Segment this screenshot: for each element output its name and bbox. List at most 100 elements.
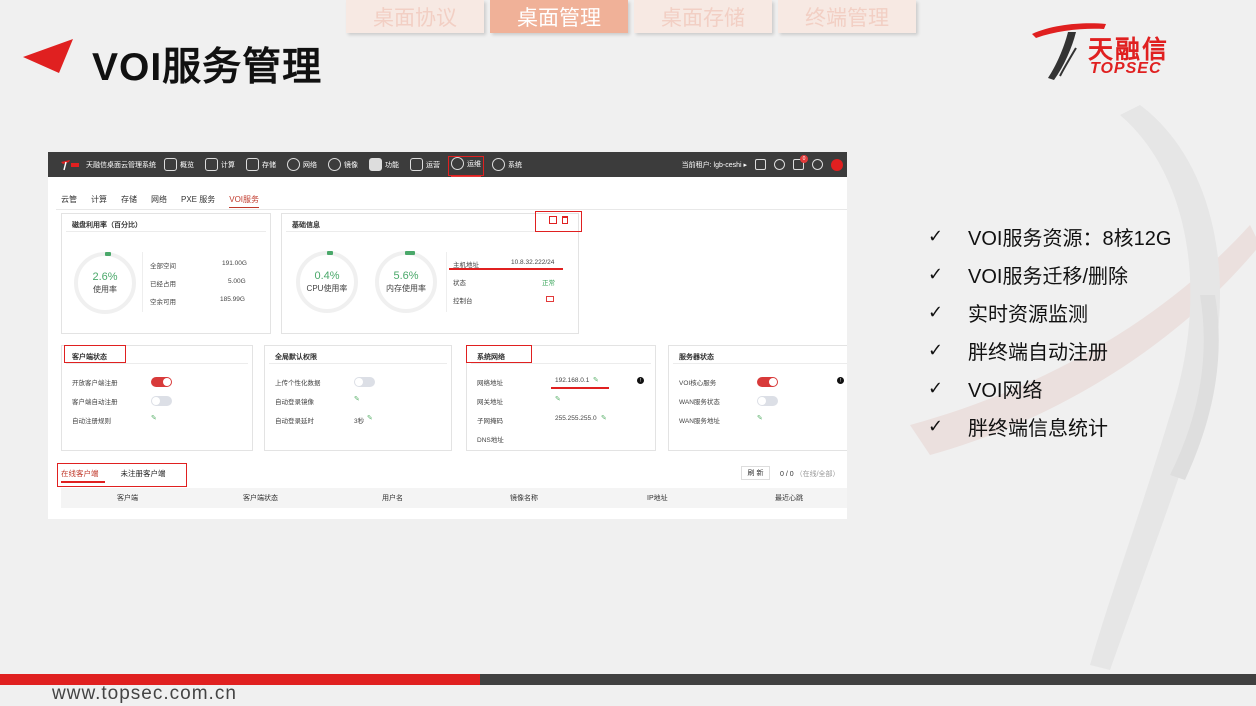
host-address-value: 10.8.32.222/24 (511, 259, 555, 266)
server-status-card: 服务器状态 VOI核心服务 ! WAN服务状态 WAN服务地址 ✎ (668, 345, 847, 451)
tenant-value[interactable]: lgb-ceshi (714, 162, 742, 169)
list-item-label: VOI服务资源：8核12G (968, 227, 1172, 250)
refresh-icon[interactable] (812, 159, 823, 170)
app-logo-icon (61, 159, 79, 170)
subtab-storage[interactable]: 存储 (121, 194, 137, 208)
nav-label: 网络 (303, 161, 317, 169)
screen-icon[interactable] (755, 159, 766, 170)
global-permission-card: 全局默认权限 上传个性化数据 自动登录镜像 ✎ 自动登录延时 3秒 ✎ (264, 345, 452, 451)
nav-maintenance[interactable]: 运维 (448, 152, 484, 177)
card-divider (66, 363, 248, 364)
chart-icon (410, 158, 423, 171)
disk-used-label: 已经占用 (150, 281, 176, 288)
card-divider-v (142, 252, 143, 312)
upload-data-label: 上传个性化数据 (275, 380, 321, 387)
column-client[interactable]: 客户端 (117, 493, 138, 503)
nav-image[interactable]: 镜像 (328, 152, 358, 177)
cpu-usage-ring: 0.4% CPU使用率 (296, 251, 358, 313)
disk-usage-pct: 2.6% (92, 271, 118, 283)
column-username[interactable]: 用户名 (382, 493, 403, 503)
nav-operation[interactable]: 运营 (410, 152, 440, 177)
check-icon: ✓ (928, 225, 944, 246)
bell-icon[interactable]: 0 (793, 155, 808, 170)
card-divider (269, 363, 447, 364)
nav-label: 存储 (262, 161, 276, 169)
cpu-usage-label: CPU使用率 (306, 284, 348, 293)
ring-indicator (405, 251, 415, 255)
edit-pen-icon[interactable]: ✎ (593, 376, 599, 384)
footer-url: www.topsec.com.cn (52, 683, 237, 704)
edit-pen-icon[interactable]: ✎ (601, 414, 607, 422)
auto-registration-toggle[interactable] (151, 396, 172, 406)
nav-label: 系统 (508, 161, 522, 169)
memory-usage-label: 内存使用率 (386, 284, 426, 293)
top-tabs: 桌面协议 桌面管理 桌面存储 终端管理 (346, 0, 916, 33)
tab-desktop-protocol[interactable]: 桌面协议 (346, 0, 484, 33)
monitor-icon (164, 158, 177, 171)
refresh-button[interactable]: 刷 新 (741, 466, 770, 480)
tab-desktop-management[interactable]: 桌面管理 (490, 0, 628, 33)
open-registration-toggle[interactable] (151, 377, 172, 387)
disk-total-label: 全部空间 (150, 263, 176, 270)
card-divider (673, 363, 847, 364)
nav-label: 运维 (467, 160, 481, 168)
avatar[interactable] (831, 158, 843, 171)
tenant-label-text: 当前租户: (681, 161, 712, 169)
basic-card-title: 基础信息 (292, 222, 320, 229)
info-icon[interactable]: ! (637, 377, 644, 384)
auto-login-image-label: 自动登录镜像 (275, 399, 314, 406)
wan-service-status-label: WAN服务状态 (679, 399, 720, 406)
network-address-value: 192.168.0.1 (555, 377, 590, 384)
voi-core-service-toggle[interactable] (757, 377, 778, 387)
nav-overview[interactable]: 概览 (164, 152, 194, 177)
check-icon: ✓ (928, 263, 944, 284)
nav-label: 概览 (180, 161, 194, 169)
edit-pen-icon[interactable]: ✎ (757, 414, 763, 422)
pager-count: 0 / 0 (780, 471, 794, 478)
list-item-label: 实时资源监测 (968, 303, 1088, 326)
check-icon: ✓ (928, 301, 944, 322)
action-icons-highlight (535, 211, 582, 232)
memory-usage-ring: 5.6% 内存使用率 (375, 251, 437, 313)
subtab-network[interactable]: 网络 (151, 194, 167, 208)
database-icon (246, 158, 259, 171)
subtab-voi[interactable]: VOI服务 (229, 194, 260, 208)
console-icon[interactable] (546, 296, 554, 302)
migrate-icon[interactable] (549, 216, 557, 224)
search-icon[interactable] (774, 159, 785, 170)
subtab-compute[interactable]: 计算 (91, 194, 107, 208)
nav-system[interactable]: 系统 (492, 152, 522, 177)
nav-label: 运营 (426, 161, 440, 169)
wan-service-toggle[interactable] (757, 396, 778, 406)
gear-icon (492, 158, 505, 171)
wan-service-address-label: WAN服务地址 (679, 418, 720, 425)
column-client-status[interactable]: 客户端状态 (243, 493, 278, 503)
subtab-cloud[interactable]: 云管 (61, 194, 77, 208)
upload-data-toggle[interactable] (354, 377, 375, 387)
edit-pen-icon[interactable]: ✎ (151, 414, 157, 422)
tab-desktop-storage[interactable]: 桌面存储 (634, 0, 772, 33)
edit-pen-icon[interactable]: ✎ (555, 395, 561, 403)
info-icon[interactable]: ! (837, 377, 844, 384)
column-image-name[interactable]: 镜像名称 (510, 493, 538, 503)
tab-terminal-management[interactable]: 终端管理 (778, 0, 916, 33)
gauge-icon (451, 157, 464, 170)
nav-compute[interactable]: 计算 (205, 152, 235, 177)
edit-pen-icon[interactable]: ✎ (354, 395, 360, 403)
nav-label: 镜像 (344, 161, 358, 169)
check-icon: ✓ (928, 339, 944, 360)
ring-indicator (105, 252, 111, 256)
column-last-heartbeat[interactable]: 最近心跳 (775, 493, 803, 503)
subtab-pxe[interactable]: PXE 服务 (181, 194, 215, 208)
nav-storage[interactable]: 存储 (246, 152, 276, 177)
delete-icon[interactable] (562, 216, 568, 224)
host-address-underline (449, 268, 563, 270)
subnet-mask-label: 子网掩码 (477, 418, 503, 425)
disk-free-value: 185.99G (220, 296, 245, 303)
edit-pen-icon[interactable]: ✎ (367, 414, 373, 422)
cloud-icon (205, 158, 218, 171)
topbar-right: 当前租户: lgb-ceshi ▸ 0 (682, 152, 847, 177)
nav-function[interactable]: 功能 (369, 152, 399, 177)
nav-network[interactable]: 网络 (287, 152, 317, 177)
column-ip-address[interactable]: IP地址 (647, 493, 668, 503)
